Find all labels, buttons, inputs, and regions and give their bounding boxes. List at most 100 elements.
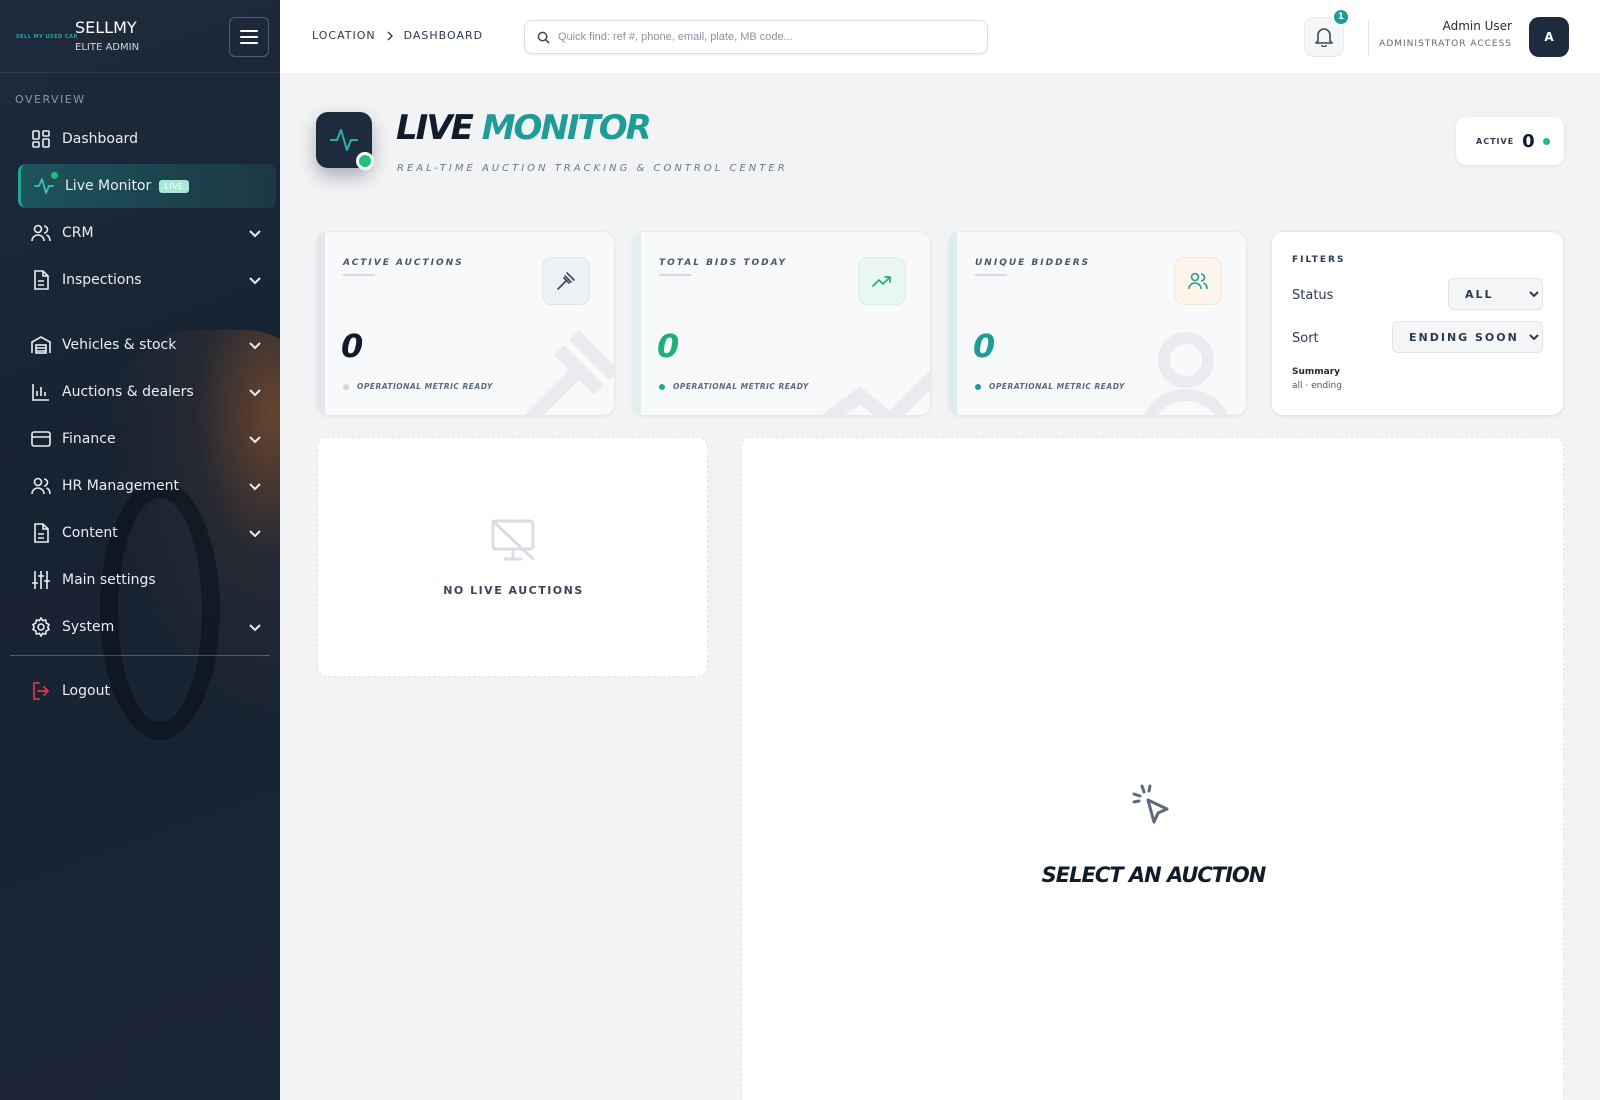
gear-icon — [30, 616, 52, 638]
sort-filter-select[interactable]: ENDING SOON — [1392, 321, 1543, 353]
stat-card-accent-bar — [633, 232, 641, 415]
filters-title: FILTERS — [1292, 255, 1346, 265]
stat-card-accent-bar — [949, 232, 957, 415]
logout-icon — [30, 680, 52, 702]
monitor-off-icon — [491, 519, 535, 561]
trending-up-icon — [872, 276, 891, 287]
stat-card-underline — [659, 274, 691, 276]
brand-name: SELLMY — [75, 18, 137, 37]
live-status-dot — [356, 152, 374, 170]
chevron-down-icon[interactable] — [246, 618, 264, 636]
sidebar-item-label: Finance — [62, 431, 116, 447]
chevron-down-icon[interactable] — [246, 477, 264, 495]
auction-detail-panel: SELECT AN AUCTION — [741, 437, 1564, 1100]
sidebar-item-label: Dashboard — [62, 131, 138, 147]
chevron-down-icon[interactable] — [246, 430, 264, 448]
stat-card-icon-box — [1174, 257, 1222, 305]
sidebar-item-label: Live Monitor — [65, 178, 152, 194]
stat-card-accent-bar — [317, 232, 325, 415]
stat-card-active-auctions: ACTIVE AUCTIONS 0 OPERATIONAL METRIC REA… — [316, 231, 615, 416]
chevron-down-icon[interactable] — [246, 383, 264, 401]
sidebar-item-label: HR Management — [62, 478, 179, 494]
active-count-label: ACTIVE — [1476, 136, 1515, 146]
stat-card-unique-bidders: UNIQUE BIDDERS 0 OPERATIONAL METRIC READ… — [948, 231, 1247, 416]
users-icon — [1188, 272, 1208, 290]
breadcrumb: LOCATION DASHBOARD — [312, 29, 483, 42]
sidebar: SELL MY USED CAR SELLMY ELITE ADMIN OVER… — [0, 0, 280, 1100]
chevron-down-icon[interactable] — [246, 224, 264, 242]
stat-card-total-bids-today: TOTAL BIDS TODAY 0 OPERATIONAL METRIC RE… — [632, 231, 931, 416]
status-filter-select[interactable]: ALL — [1448, 278, 1543, 310]
garage-icon — [30, 334, 52, 356]
chevron-down-icon[interactable] — [246, 524, 264, 542]
sidebar-item-auctions-dealers[interactable]: Auctions & dealers — [18, 370, 276, 414]
active-status-dot — [1542, 137, 1550, 145]
stat-status-dot — [975, 383, 981, 390]
breadcrumb-item-location[interactable]: LOCATION — [312, 29, 376, 42]
sidebar-item-label: CRM — [62, 225, 94, 241]
brand-subtitle: ELITE ADMIN — [75, 42, 140, 53]
sidebar-item-main-settings[interactable]: Main settings — [18, 558, 276, 602]
status-filter-label: Status — [1292, 288, 1334, 303]
search-input[interactable] — [558, 31, 978, 43]
sidebar-item-label: Vehicles & stock — [62, 337, 177, 353]
nav-section-label: OVERVIEW — [15, 93, 86, 106]
sidebar-item-label: Content — [62, 525, 118, 541]
stat-card-label: TOTAL BIDS TODAY — [659, 258, 788, 268]
sidebar-divider — [10, 655, 270, 656]
sidebar-item-dashboard[interactable]: Dashboard — [18, 117, 276, 161]
stat-card-icon-box — [542, 257, 590, 305]
avatar[interactable]: A — [1529, 17, 1569, 57]
live-status-dot — [51, 172, 58, 179]
chevron-right-icon — [387, 31, 393, 40]
stat-status-dot — [659, 383, 665, 390]
stat-status-dot — [343, 383, 349, 390]
stat-card-meta: OPERATIONAL METRIC READY — [659, 382, 809, 391]
users-icon — [30, 222, 52, 244]
search-icon — [537, 31, 550, 44]
stat-card-meta-text: OPERATIONAL METRIC READY — [673, 382, 809, 391]
stat-card-underline — [343, 274, 375, 276]
sidebar-item-hr-management[interactable]: HR Management — [18, 464, 276, 508]
stat-card-value: 0 — [973, 327, 996, 365]
brand-logo[interactable]: SELL MY USED CAR — [16, 34, 77, 42]
hamburger-icon — [240, 30, 258, 44]
sidebar-item-content[interactable]: Content — [18, 511, 276, 555]
user-role: ADMINISTRATOR ACCESS — [1379, 39, 1512, 49]
sidebar-item-live-monitor[interactable]: Live Monitor LIVE — [18, 164, 276, 208]
chevron-down-icon[interactable] — [246, 336, 264, 354]
activity-pulse-icon — [330, 129, 358, 151]
users-icon — [30, 475, 52, 497]
topbar-separator — [1368, 20, 1369, 56]
chevron-down-icon[interactable] — [246, 271, 264, 289]
menu-toggle-button[interactable] — [229, 17, 269, 57]
sidebar-item-label: Inspections — [62, 272, 142, 288]
stat-card-meta: OPERATIONAL METRIC READY — [975, 382, 1125, 391]
breadcrumb-item-dashboard: DASHBOARD — [403, 29, 484, 42]
empty-list-message: NO LIVE AUCTIONS — [443, 584, 584, 597]
page-title-part-2: MONITOR — [481, 108, 652, 148]
users-watermark-icon — [1144, 332, 1228, 415]
stat-card-icon-box — [858, 257, 906, 305]
gavel-watermark-icon — [524, 330, 614, 415]
dashboard-grid-icon — [30, 128, 52, 150]
bell-icon — [1315, 28, 1333, 47]
sidebar-item-crm[interactable]: CRM — [18, 211, 276, 255]
sidebar-item-inspections[interactable]: Inspections — [18, 258, 276, 302]
cursor-click-icon — [1132, 784, 1169, 824]
sort-filter-label: Sort — [1292, 331, 1319, 346]
notifications-count-badge: 1 — [1332, 8, 1350, 26]
summary-title: Summary — [1292, 367, 1341, 377]
sidebar-item-vehicles-stock[interactable]: Vehicles & stock — [18, 323, 276, 367]
search-box[interactable] — [524, 20, 988, 54]
sidebar-item-label: Auctions & dealers — [62, 384, 194, 400]
sidebar-item-system[interactable]: System — [18, 605, 276, 649]
document-icon — [30, 522, 52, 544]
stat-card-label: ACTIVE AUCTIONS — [343, 258, 464, 268]
logout-button[interactable]: Logout — [18, 669, 276, 713]
user-name: Admin User — [1442, 19, 1512, 33]
stat-card-underline — [975, 274, 1007, 276]
sidebar-item-finance[interactable]: Finance — [18, 417, 276, 461]
page-title-part-1: LIVE — [396, 108, 474, 148]
gavel-icon — [557, 272, 575, 290]
